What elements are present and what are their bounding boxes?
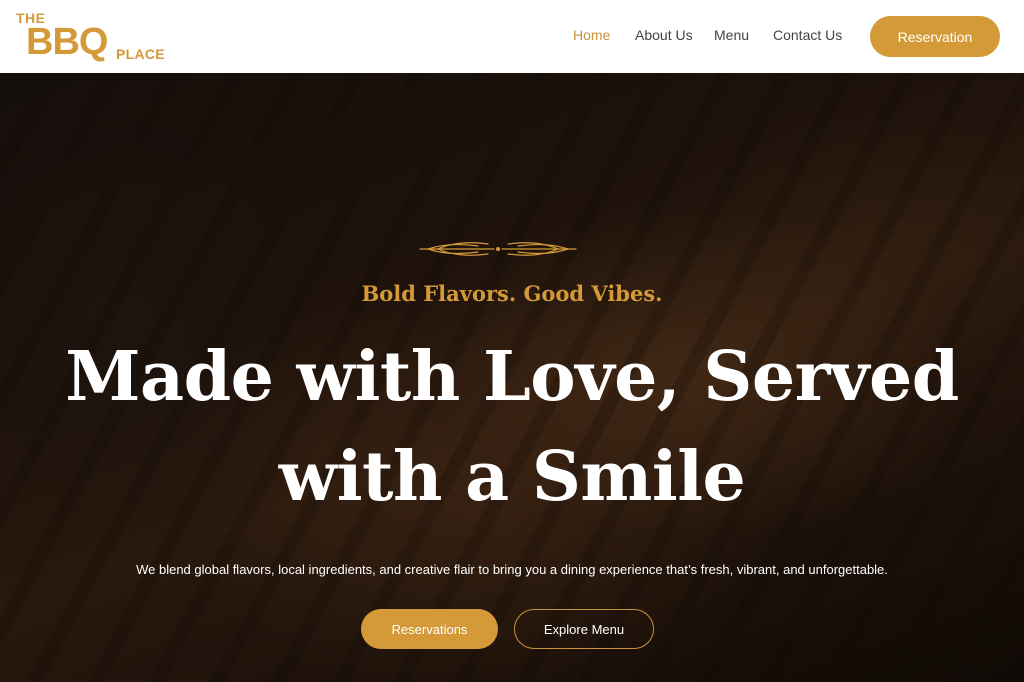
logo-place-text: PLACE: [116, 46, 165, 62]
nav-item-home[interactable]: Home: [573, 27, 610, 43]
nav-item-about-us[interactable]: About Us: [635, 27, 693, 43]
wheat-divider-icon: [419, 242, 577, 256]
explore-menu-button[interactable]: Explore Menu: [514, 609, 654, 649]
headline-line-2: with a Smile: [278, 437, 746, 517]
hero-headline: Made with Love, Served with a Smile: [30, 327, 994, 527]
nav-item-menu[interactable]: Menu: [714, 27, 749, 43]
hero-section: Bold Flavors. Good Vibes. Made with Love…: [0, 73, 1024, 682]
reservation-button[interactable]: Reservation: [870, 16, 1000, 57]
site-header: THE BBQ PLACE Home About Us Menu Contact…: [0, 0, 1024, 73]
reservations-button[interactable]: Reservations: [361, 609, 498, 649]
nav-item-contact-us[interactable]: Contact Us: [773, 27, 842, 43]
hero-tagline: Bold Flavors. Good Vibes.: [361, 281, 663, 306]
hero-description: We blend global flavors, local ingredien…: [136, 562, 888, 577]
headline-line-1: Made with Love, Served: [65, 337, 959, 417]
